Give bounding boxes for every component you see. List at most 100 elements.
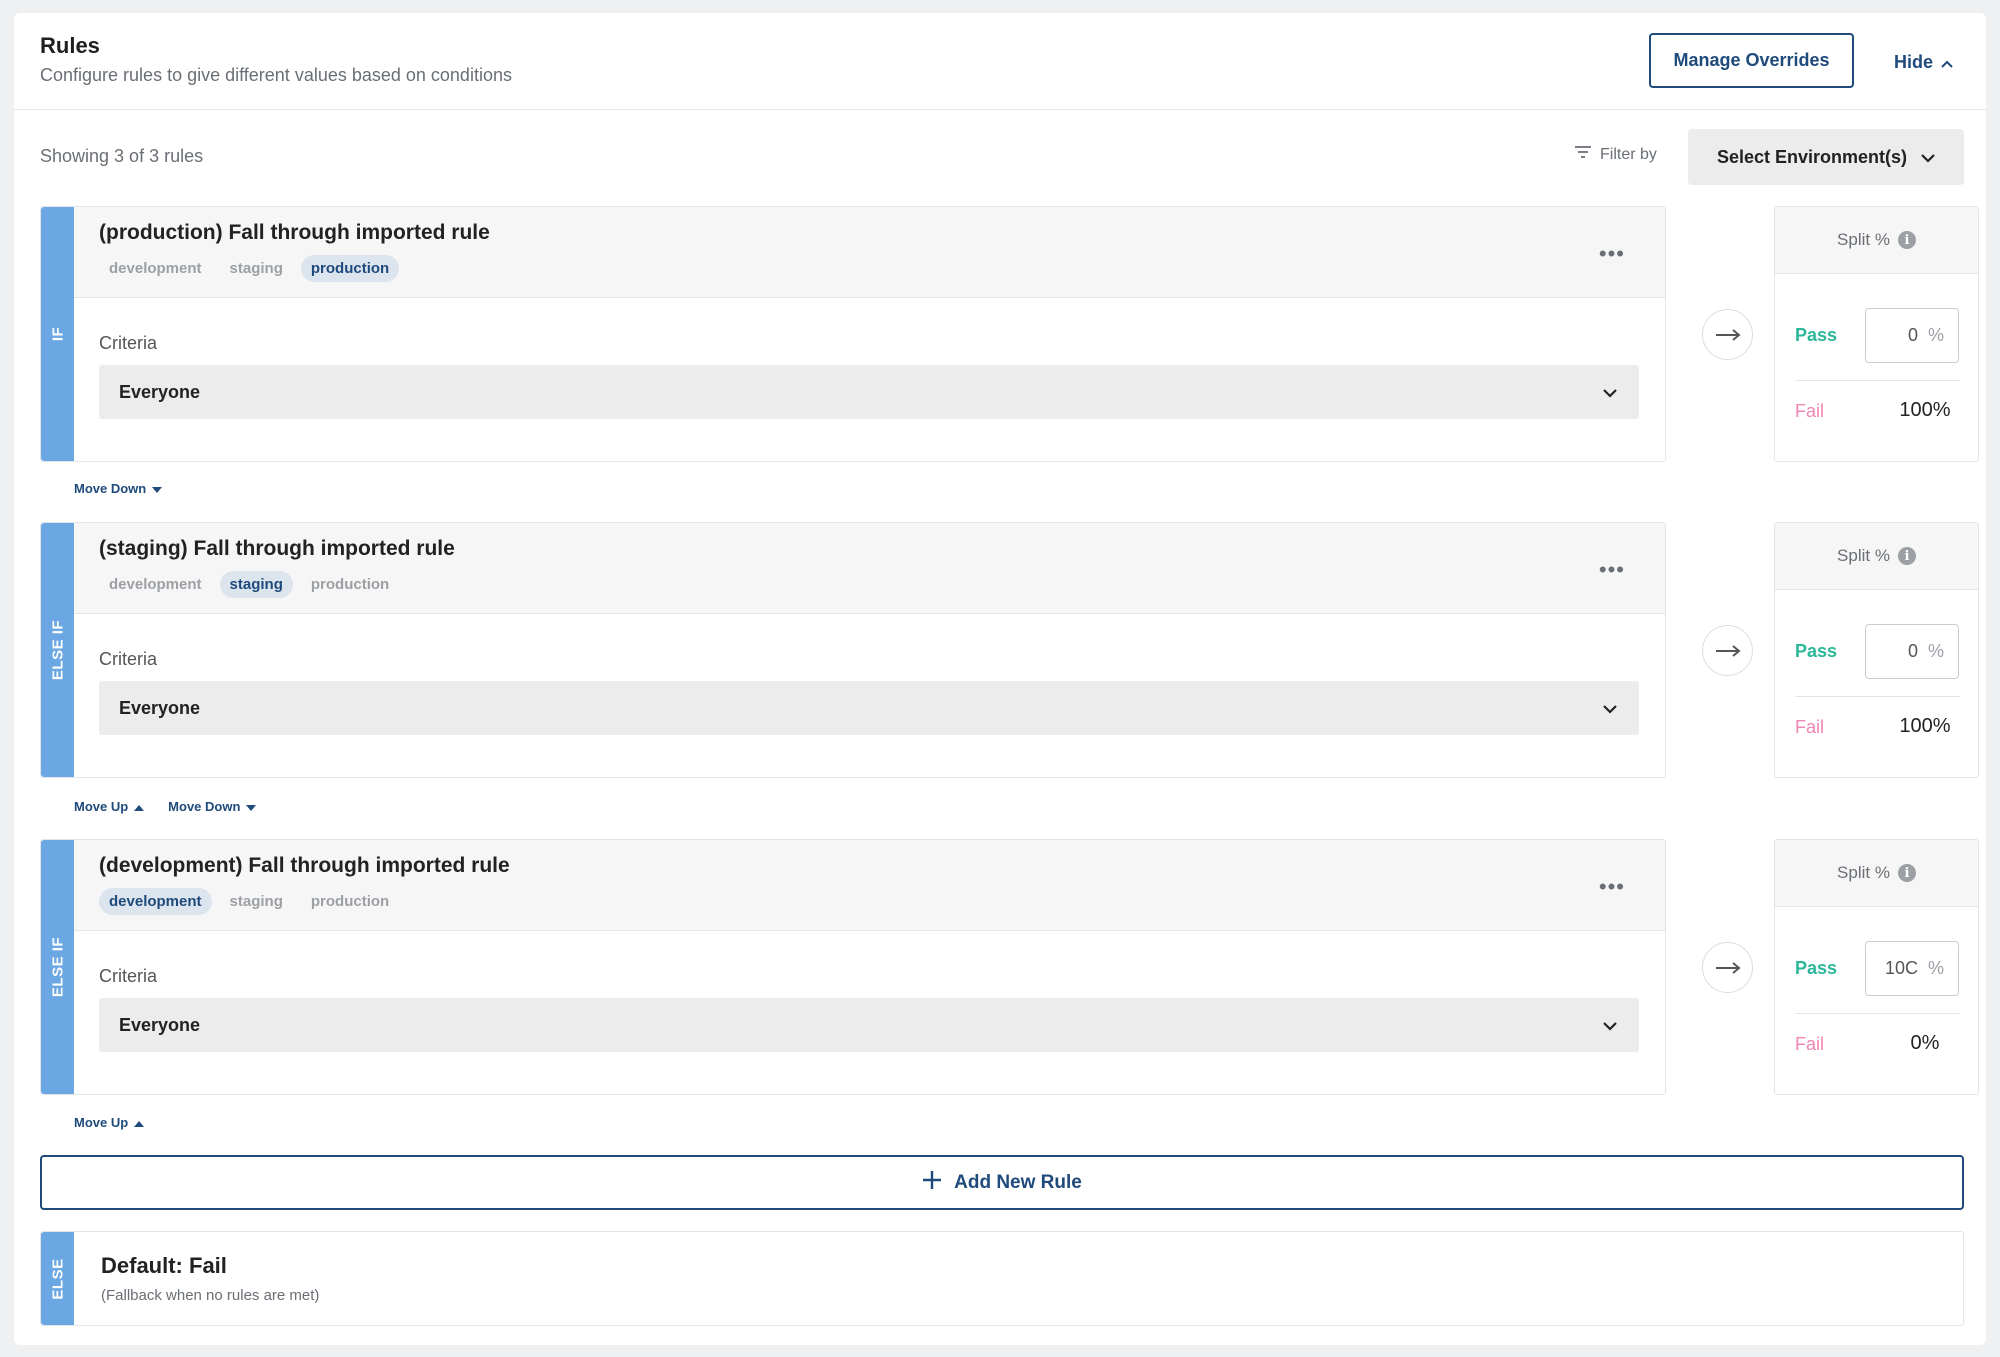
pass-label: Pass	[1795, 325, 1838, 345]
more-icon[interactable]: •••	[1599, 876, 1625, 898]
environment-select[interactable]: Select Environment(s)	[1688, 129, 1964, 185]
tag-development: development	[99, 888, 212, 915]
pass-input[interactable]: 0 %	[1865, 308, 1959, 363]
info-icon[interactable]: i	[1897, 864, 1916, 882]
tag-staging: staging	[229, 893, 283, 910]
more-icon[interactable]: •••	[1599, 559, 1625, 581]
hide-label: Hide	[1894, 51, 1934, 72]
fail-label: Fail	[1795, 717, 1825, 737]
rule-kind: IF	[49, 326, 66, 342]
fail-value: 100%	[1899, 399, 1951, 421]
move-down-label: Move Down	[168, 799, 241, 814]
tag-development: development	[109, 260, 202, 277]
chevron-down-icon	[1921, 147, 1935, 168]
rule-kind-bar: ELSE IF	[41, 840, 74, 1094]
pass-value: 0	[1907, 325, 1918, 345]
rule-card: ELSE IF (development) Fall through impor…	[40, 839, 1666, 1095]
move-down-button[interactable]: Move Down	[168, 799, 257, 814]
move-down-label: Move Down	[74, 481, 147, 496]
rule-title: (staging) Fall through imported rule	[99, 537, 455, 560]
criteria-value: Everyone	[119, 381, 201, 402]
move-up-button[interactable]: Move Up	[74, 1115, 145, 1130]
rule-card: IF (production) Fall through imported ru…	[40, 206, 1666, 462]
add-new-rule-label: Add New Rule	[954, 1171, 1082, 1193]
tag-staging: staging	[219, 571, 293, 598]
rule-title: (development) Fall through imported rule	[99, 854, 510, 877]
pass-value: 0	[1907, 641, 1918, 661]
plus-icon	[922, 1170, 942, 1196]
default-rule-subtitle: (Fallback when no rules are met)	[101, 1287, 320, 1304]
more-icon[interactable]: •••	[1599, 243, 1625, 265]
info-icon[interactable]: i	[1897, 547, 1916, 565]
tag-production: production	[310, 576, 390, 593]
rule-header: (development) Fall through imported rule…	[74, 840, 1665, 931]
environment-select-label: Select Environment(s)	[1716, 146, 1908, 167]
tag-production: production	[310, 893, 390, 910]
criteria-select[interactable]: Everyone	[99, 681, 1639, 735]
environment-tags: development staging production	[99, 888, 399, 915]
rule-kind: ELSE IF	[49, 619, 66, 681]
fail-label: Fail	[1795, 401, 1825, 421]
percent-suffix: %	[1927, 641, 1944, 661]
split-label: Split %	[1837, 230, 1890, 249]
criteria-select[interactable]: Everyone	[99, 365, 1639, 419]
tag-staging: staging	[229, 260, 283, 277]
chevron-down-icon	[1603, 698, 1617, 719]
info-icon[interactable]: i	[1897, 231, 1916, 249]
rule-kind: ELSE IF	[49, 936, 66, 998]
move-up-label: Move Up	[74, 1115, 129, 1130]
move-up-button[interactable]: Move Up	[74, 799, 145, 814]
manage-overrides-button[interactable]: Manage Overrides	[1649, 33, 1854, 88]
pass-input[interactable]: 0 %	[1865, 624, 1959, 679]
chevron-down-icon	[1603, 1015, 1617, 1036]
divider	[1795, 696, 1960, 697]
criteria-label: Criteria	[99, 649, 158, 669]
default-rule-title: Default: Fail	[101, 1253, 227, 1278]
pass-value: 10C	[1884, 958, 1918, 978]
move-controls: Move Down	[74, 481, 163, 496]
environment-tags: development staging production	[99, 255, 400, 282]
divider	[1795, 1013, 1960, 1014]
move-up-label: Move Up	[74, 799, 129, 814]
pass-label: Pass	[1795, 641, 1838, 661]
split-header: Split % i	[1775, 523, 1978, 590]
chevron-up-icon	[1941, 52, 1953, 73]
arrow-right-icon	[1702, 309, 1753, 360]
split-panel: Split % i Pass 10C % Fail 0%	[1774, 839, 1979, 1095]
page-subtitle: Configure rules to give different values…	[40, 65, 512, 85]
default-rule-card: ELSE Default: Fail (Fallback when no rul…	[40, 1231, 1964, 1326]
rule-title: (production) Fall through imported rule	[99, 221, 490, 244]
percent-suffix: %	[1927, 958, 1944, 978]
caret-down-icon	[246, 799, 257, 814]
rules-header: Rules Configure rules to give different …	[14, 13, 1986, 110]
rule-header: (staging) Fall through imported rule dev…	[74, 523, 1665, 614]
move-down-button[interactable]: Move Down	[74, 481, 163, 496]
caret-up-icon	[134, 1115, 145, 1130]
fail-value: 0%	[1910, 1032, 1940, 1054]
hide-button[interactable]: Hide	[1894, 48, 1953, 76]
criteria-select[interactable]: Everyone	[99, 998, 1639, 1052]
split-header: Split % i	[1775, 840, 1978, 907]
rule-kind-bar: IF	[41, 207, 74, 461]
split-label: Split %	[1837, 863, 1890, 882]
page-title: Rules	[40, 33, 100, 58]
rules-panel: Rules Configure rules to give different …	[14, 13, 1986, 1345]
split-panel: Split % i Pass 0 % Fail 100%	[1774, 522, 1979, 778]
divider	[1795, 380, 1960, 381]
pass-input[interactable]: 10C %	[1865, 941, 1959, 996]
environment-tags: development staging production	[99, 571, 399, 598]
chevron-down-icon	[1603, 382, 1617, 403]
criteria-label: Criteria	[99, 333, 158, 353]
criteria-label: Criteria	[99, 966, 158, 986]
pass-label: Pass	[1795, 958, 1838, 978]
split-header: Split % i	[1775, 207, 1978, 274]
filter-icon	[1574, 145, 1592, 164]
rule-kind-bar: ELSE	[41, 1232, 74, 1325]
rules-count: Showing 3 of 3 rules	[40, 146, 204, 166]
rule-kind: ELSE	[49, 1257, 66, 1300]
rule-header: (production) Fall through imported rule …	[74, 207, 1665, 298]
add-new-rule-button[interactable]: Add New Rule	[40, 1155, 1964, 1210]
filter-by: Filter by	[1574, 145, 1657, 164]
criteria-value: Everyone	[119, 697, 201, 718]
rule-card: ELSE IF (staging) Fall through imported …	[40, 522, 1666, 778]
